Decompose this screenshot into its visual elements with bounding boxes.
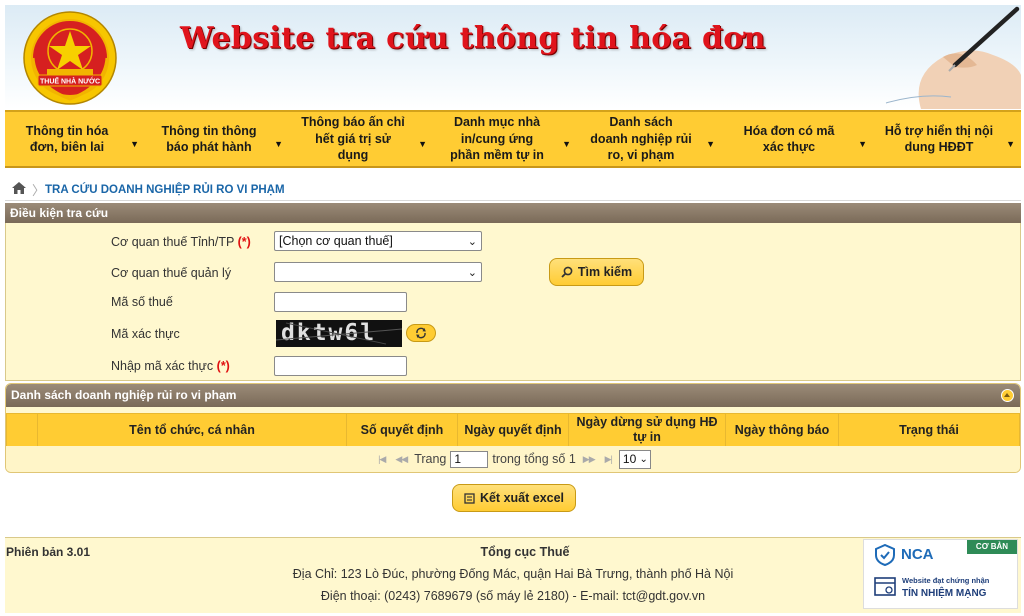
column-header-notice-date: Ngày thông báo — [725, 413, 839, 447]
export-icon — [464, 492, 475, 504]
nav-printer-list[interactable]: Danh mục nhà in/cung ứng phần mềm tự in ▼ — [433, 112, 577, 166]
tax-emblem-logo[interactable]: THUẾ NHÀ NƯỚC — [23, 11, 117, 105]
refresh-icon — [416, 327, 426, 339]
first-page-icon[interactable]: |◀ — [375, 454, 388, 465]
breadcrumb-current: TRA CỨU DOANH NGHIỆP RỦI RO VI PHẠM — [45, 184, 285, 196]
nav-authenticated-invoice[interactable]: Hóa đơn có mã xác thực ▼ — [721, 112, 873, 166]
prev-page-icon[interactable]: ◀◀ — [392, 454, 410, 465]
breadcrumb-separator: 〉 — [32, 183, 46, 198]
page-label: Trang — [414, 452, 447, 466]
province-label: Cơ quan thuế Tỉnh/TP (*) — [111, 235, 251, 249]
nca-level-badge: CƠ BẢN — [967, 540, 1017, 554]
search-panel-title: Điều kiện tra cứu — [5, 203, 1021, 223]
page-size-select[interactable]: 10 ⌄ — [618, 449, 651, 469]
hand-pen-illustration — [885, 6, 1021, 109]
captcha-image: dktw6l — [276, 320, 402, 347]
chevron-down-icon: ⌄ — [467, 267, 477, 279]
captcha-noise — [276, 322, 402, 345]
next-page-icon[interactable]: ▶▶ — [580, 454, 598, 465]
nav-display-support[interactable]: Hỗ trợ hiển thị nội dung HĐĐT ▼ — [873, 112, 1021, 166]
captcha-label: Mã xác thực — [111, 327, 180, 341]
page-total-label: trong tổng số 1 — [492, 452, 576, 466]
site-footer: Phiên bản 3.01 Tổng cục Thuế Địa Chỉ: 12… — [5, 537, 1021, 613]
site-header: THUẾ NHÀ NƯỚC Website tra cứu thông tin … — [5, 5, 1021, 109]
captcha-input-label: Nhập mã xác thực (*) — [111, 359, 230, 373]
site-title: Website tra cứu thông tin hóa đơn — [180, 21, 766, 56]
column-header-status: Trạng thái — [838, 413, 1020, 447]
province-select[interactable]: [Chọn cơ quan thuế] ⌄ — [274, 231, 482, 251]
nca-trust-badge[interactable]: CƠ BẢN NCA Website đạt chứng nhận TÍN NH… — [863, 539, 1018, 609]
column-header-decision-date: Ngày quyết định — [457, 413, 569, 447]
caret-down-icon: ▼ — [274, 139, 283, 149]
caret-down-icon: ▼ — [562, 139, 571, 149]
table-header-row: Tên tổ chức, cá nhân Số quyết định Ngày … — [6, 413, 1020, 447]
caret-down-icon: ▼ — [706, 139, 715, 149]
column-header-decision-no: Số quyết định — [346, 413, 458, 447]
caret-down-icon: ▼ — [130, 139, 139, 149]
refresh-captcha-button[interactable] — [406, 324, 436, 342]
column-header-stop-date: Ngày dừng sử dụng HĐ tự in — [568, 413, 726, 447]
last-page-icon[interactable]: ▶| — [602, 454, 615, 465]
nav-invoice-info[interactable]: Thông tin hóa đơn, biên lai ▼ — [5, 112, 145, 166]
caret-down-icon: ▼ — [1006, 139, 1015, 149]
breadcrumb: 〉 TRA CỨU DOANH NGHIỆP RỦI RO VI PHẠM — [5, 178, 1021, 201]
managing-office-label: Cơ quan thuế quản lý — [111, 266, 232, 280]
nav-release-notice[interactable]: Thông tin thông báo phát hành ▼ — [145, 112, 289, 166]
nav-expired-forms[interactable]: Thông báo ấn chỉ hết giá trị sử dụng ▼ — [289, 112, 433, 166]
nca-title: TÍN NHIỆM MẠNG — [902, 588, 987, 599]
main-nav: Thông tin hóa đơn, biên lai ▼ Thông tin t… — [5, 110, 1021, 168]
pager: |◀ ◀◀ Trang 1 trong tổng số 1 ▶▶ ▶| 10 ⌄ — [6, 446, 1020, 472]
search-panel: Điều kiện tra cứu Cơ quan thuế Tỉnh/TP (… — [5, 203, 1021, 381]
export-excel-button[interactable]: Kết xuất excel — [452, 484, 576, 512]
results-table: Tên tổ chức, cá nhân Số quyết định Ngày … — [6, 413, 1020, 447]
captcha-input[interactable] — [274, 356, 407, 376]
caret-down-icon: ▼ — [858, 139, 867, 149]
tax-code-input[interactable] — [274, 292, 407, 312]
home-icon[interactable] — [11, 181, 27, 195]
column-header-name: Tên tổ chức, cá nhân — [37, 413, 347, 447]
page-input[interactable]: 1 — [450, 450, 489, 468]
nca-logo: NCA — [901, 546, 934, 563]
nca-caption: Website đạt chứng nhận — [902, 576, 990, 585]
nav-risk-businesses[interactable]: Danh sách doanh nghiệp rủi ro, vi phạm ▼ — [577, 112, 721, 166]
tax-code-label: Mã số thuế — [111, 295, 173, 309]
search-icon — [561, 266, 573, 278]
managing-office-select[interactable]: ⌄ — [274, 262, 482, 282]
browser-window-icon — [874, 577, 896, 596]
column-header-select — [6, 413, 38, 447]
chevron-down-icon: ⌄ — [639, 453, 648, 465]
shield-icon — [875, 544, 895, 566]
results-panel-title: Danh sách doanh nghiệp rủi ro vi phạm — [6, 384, 1020, 407]
chevron-down-icon: ⌄ — [467, 236, 477, 248]
caret-down-icon: ▼ — [418, 139, 427, 149]
collapse-icon[interactable] — [1001, 389, 1014, 402]
results-panel: Danh sách doanh nghiệp rủi ro vi phạm Tê… — [5, 383, 1021, 473]
search-button[interactable]: Tìm kiếm — [549, 258, 644, 286]
